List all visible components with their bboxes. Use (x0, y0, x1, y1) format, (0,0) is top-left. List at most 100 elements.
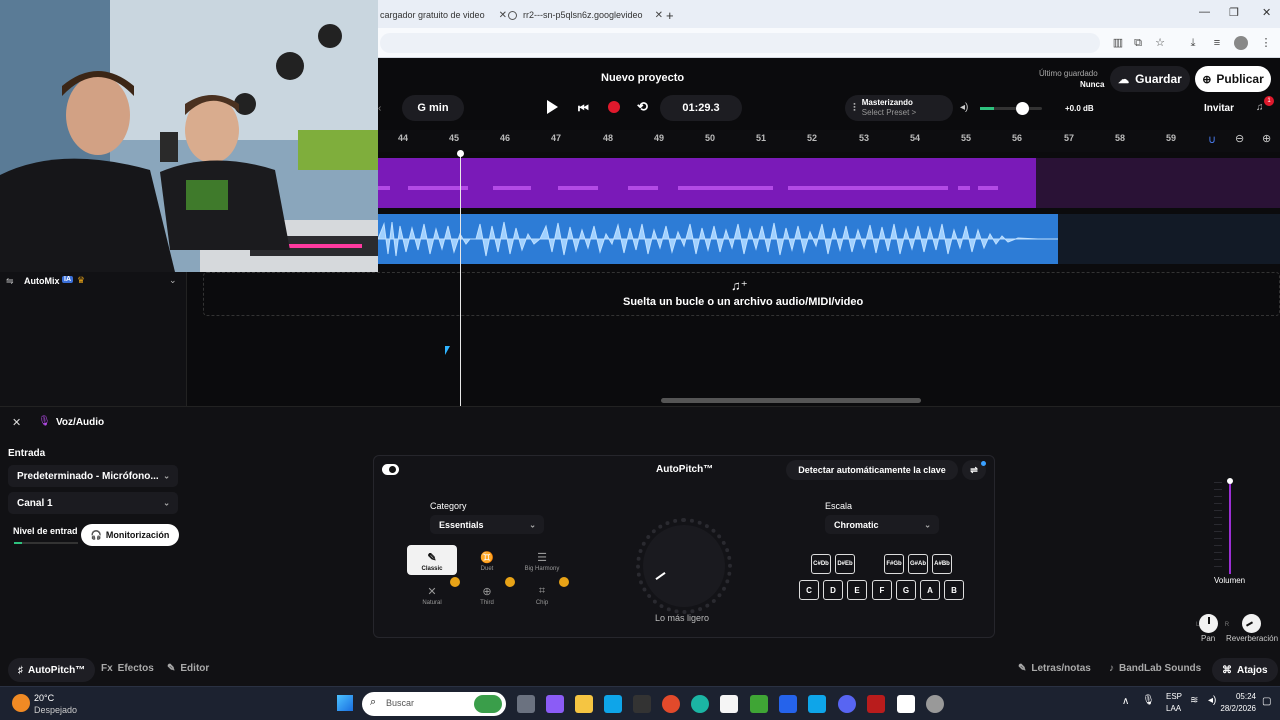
autopitch-toggle[interactable] (382, 464, 399, 475)
key-a-sharp[interactable]: A# Bb (932, 554, 952, 574)
store-icon[interactable] (604, 695, 622, 713)
copilot-icon[interactable] (546, 695, 564, 713)
close-window-icon[interactable]: ✕ (1262, 6, 1271, 19)
close-icon[interactable]: ✕ (655, 10, 663, 21)
midi-region-purple[interactable] (378, 158, 1036, 208)
profile-avatar[interactable] (1234, 36, 1248, 50)
browser-tab[interactable]: rr2---sn-p5qlsn6z.googlevideo ✕ (508, 4, 663, 26)
weather-desc[interactable]: Despejado (34, 705, 77, 715)
scale-select[interactable]: Chromatic ⌄ (825, 515, 939, 534)
tab-effects[interactable]: Fx Efectos (101, 663, 154, 674)
game-icon[interactable] (867, 695, 885, 713)
obs-icon[interactable] (926, 695, 944, 713)
audio-region-blue[interactable] (377, 214, 1058, 264)
key-c[interactable]: C (799, 580, 819, 600)
key-d-sharp[interactable]: D# Eb (835, 554, 855, 574)
zoom-out-icon[interactable]: ⊖ (1235, 132, 1244, 145)
master-volume-slider[interactable] (980, 102, 1042, 115)
drop-zone[interactable]: ♫⁺ Suelta un bucle o un archivo audio/MI… (203, 272, 1280, 316)
cast-icon[interactable]: ⧉ (1131, 36, 1145, 50)
chevron-down-icon[interactable]: ⌄ (169, 275, 177, 286)
tab-shortcuts[interactable]: ⌘ Atajos (1212, 658, 1278, 682)
download-icon[interactable]: ⤓ (1186, 36, 1200, 50)
magnet-icon[interactable]: ∪ (1208, 133, 1216, 146)
close-icon[interactable]: ✕ (499, 10, 507, 21)
loop-icon[interactable]: ⟲ (637, 99, 648, 115)
key-c-sharp[interactable]: C# Db (811, 554, 831, 574)
notification-icon[interactable]: ▢ (1262, 696, 1271, 707)
temperature[interactable]: 20°C (34, 693, 54, 703)
microphone-icon[interactable]: 🎙 (1142, 695, 1155, 706)
tab-editor[interactable]: ✎ Editor (167, 663, 209, 674)
bell-icon[interactable]: ♫ (1256, 102, 1264, 113)
key-e[interactable]: E (847, 580, 867, 600)
shield-icon[interactable] (779, 695, 797, 713)
vpn-icon[interactable] (808, 695, 826, 713)
volume-fader[interactable] (1214, 478, 1234, 574)
close-panel-icon[interactable]: ✕ (12, 416, 21, 429)
playhead-handle[interactable] (457, 150, 464, 157)
speaker-icon[interactable]: ◂) (960, 102, 968, 113)
zoom-in-icon[interactable]: ⊕ (1262, 132, 1271, 145)
new-tab-button[interactable]: + (666, 4, 674, 26)
scroll-left-icon[interactable]: ‹ (378, 103, 381, 114)
play-icon[interactable] (547, 100, 558, 114)
chrome-icon[interactable] (662, 695, 680, 713)
maximize-icon[interactable]: ❐ (1229, 6, 1239, 19)
language-1[interactable]: ESP (1166, 692, 1182, 701)
key-d[interactable]: D (823, 580, 843, 600)
project-title[interactable]: Nuevo proyecto (601, 72, 684, 84)
mastering-preset[interactable]: ⫶ Masterizando Select Preset > (845, 95, 953, 121)
volume-knob[interactable] (1016, 102, 1029, 115)
edge-icon[interactable] (691, 695, 709, 713)
chevron-up-icon[interactable]: ∧ (1122, 696, 1129, 707)
key-g[interactable]: G (896, 580, 916, 600)
key-f-sharp[interactable]: F# Gb (884, 554, 904, 574)
automix-label[interactable]: AutoMix (24, 276, 60, 286)
language-2[interactable]: LAA (1166, 704, 1181, 713)
taskbar-search[interactable]: ⌕ Buscar (362, 692, 506, 716)
record-button[interactable] (608, 101, 620, 113)
monitoring-button[interactable]: 🎧 Monitorización (81, 524, 179, 546)
wifi-icon[interactable]: ≋ (1190, 695, 1198, 706)
app-icon[interactable] (633, 695, 651, 713)
publish-button[interactable]: ⊕ Publicar (1195, 66, 1271, 92)
playhead-line[interactable] (460, 152, 461, 406)
key-f[interactable]: F (872, 580, 892, 600)
clock-time[interactable]: 05:24 (1232, 692, 1256, 701)
fader-handle[interactable] (1227, 478, 1233, 484)
browser-tab[interactable]: cargador gratuito de video ✕ (380, 4, 507, 26)
tab-autopitch[interactable]: ♯ AutoPitch™ (8, 658, 96, 682)
tab-bandlab-sounds[interactable]: ♪ BandLab Sounds (1109, 663, 1201, 674)
skip-back-icon[interactable]: ⏮ (578, 101, 589, 116)
detect-key-button[interactable]: Detectar automáticamente la clave (786, 460, 958, 480)
discord-icon[interactable] (838, 695, 856, 713)
key-b[interactable]: B (944, 580, 964, 600)
menu-dots-icon[interactable]: ⋮ (1259, 36, 1273, 50)
input-device-select[interactable]: Predeterminado - Micrófono... ⌄ (8, 465, 178, 487)
style-big-harmony[interactable]: ☰ Big Harmony (517, 545, 567, 575)
minecraft-icon[interactable] (750, 695, 768, 713)
invite-button[interactable]: Invitar (1204, 103, 1234, 114)
tab-lyrics[interactable]: ✎ Letras/notas (1018, 663, 1091, 674)
key-g-sharp[interactable]: G# Ab (908, 554, 928, 574)
reverb-knob[interactable] (1242, 614, 1261, 633)
strength-knob[interactable] (643, 525, 725, 607)
capcut-icon[interactable] (897, 695, 915, 713)
task-view-icon[interactable] (517, 695, 535, 713)
volume-icon[interactable]: ◂) (1208, 695, 1216, 706)
horizontal-scrollbar[interactable] (661, 398, 921, 403)
weather-icon[interactable] (12, 694, 30, 712)
minimize-icon[interactable]: — (1199, 6, 1210, 18)
bookmark-star-icon[interactable]: ☆ (1153, 36, 1167, 50)
file-explorer-icon[interactable] (575, 695, 593, 713)
url-input[interactable] (380, 33, 1100, 53)
style-classic[interactable]: ✎ Classic (407, 545, 457, 575)
save-button[interactable]: ☁ Guardar (1110, 66, 1190, 92)
key-a[interactable]: A (920, 580, 940, 600)
category-select[interactable]: Essentials ⌄ (430, 515, 544, 534)
channel-select[interactable]: Canal 1 ⌄ (8, 492, 178, 514)
clock-date[interactable]: 28/2/2026 (1219, 704, 1256, 713)
sidebar-icon[interactable]: ▥ (1111, 36, 1125, 50)
windows-start-icon[interactable] (337, 695, 353, 711)
